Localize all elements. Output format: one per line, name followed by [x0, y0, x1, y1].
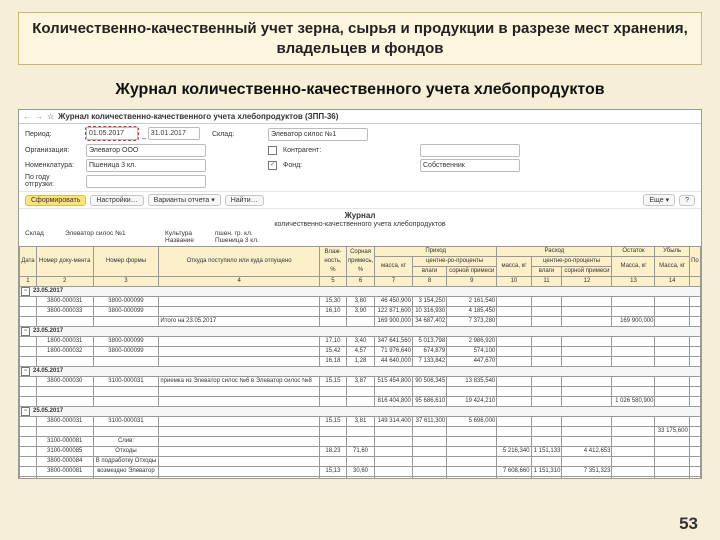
table-row: 3100-000085Отходы18,2371,605 216,3401 15…: [20, 447, 701, 457]
doc-title: Журнал количественно-качественного учета…: [58, 112, 338, 121]
table-row: 3100-000081Слив:: [20, 437, 701, 447]
table-row: 1800-0000323800-00009915,424,5771 976,64…: [20, 347, 701, 357]
table-row: 16,181,2844 640,0007 133,842447,670: [20, 357, 701, 367]
table-row: 816 404,80095 686,61019 424,2101 026 580…: [20, 397, 701, 407]
journal-table: Дата Номер доку-мента Номер формы Откуда…: [19, 246, 701, 479]
slide-title: Количественно-качественный учет зерна, с…: [18, 12, 702, 65]
help-button[interactable]: ?: [679, 195, 695, 206]
more-button[interactable]: Еще ▾: [643, 194, 675, 206]
table-row: −23.05.2017: [20, 287, 701, 297]
table-row: 3800-000081возмездно Элеватор15,1330,607…: [20, 467, 701, 477]
page-number: 53: [679, 514, 698, 534]
fund-field[interactable]: Собственник: [420, 159, 520, 172]
action-bar: Сформировать Настройки… Варианты отчета …: [19, 192, 701, 209]
table-row: −23.05.2017: [20, 327, 701, 337]
org-field[interactable]: Элеватор ООО: [86, 144, 206, 157]
table-row: 3800-0000303100-000031приемка из Элевато…: [20, 377, 701, 387]
table-row: 3800-0000313800-00009915,303,8046 450,90…: [20, 297, 701, 307]
nomen-field[interactable]: Пшеница 3 кл.: [86, 159, 206, 172]
run-button[interactable]: Сформировать: [25, 195, 86, 206]
lbl-nomen: Номенклатура:: [25, 162, 80, 169]
table-header: Дата Номер доку-мента Номер формы Откуда…: [20, 247, 701, 287]
period-from[interactable]: 01.05.2017: [86, 127, 138, 140]
period-to[interactable]: 31.01.2017: [148, 127, 200, 140]
table-row: 3800-0000333800-00009916,103,90122 871,6…: [20, 307, 701, 317]
table-row: 168 600,00013 528,3401 302,3057 854,800: [20, 477, 701, 480]
table-row: −25.05.2017: [20, 407, 701, 417]
table-body: −23.05.20173800-0000313800-00009915,303,…: [20, 287, 701, 480]
toolbar: ← → ☆ Журнал количественно-качественного…: [19, 110, 701, 124]
lbl-period: Период:: [25, 131, 80, 138]
warehouse-field[interactable]: Элеватор силос №1: [268, 128, 368, 141]
table-row: −24.05.2017: [20, 367, 701, 377]
contr-field[interactable]: [420, 144, 520, 157]
nav-back-icon[interactable]: ←: [23, 112, 31, 121]
nav-fwd-icon[interactable]: →: [35, 112, 43, 121]
lbl-warehouse: Склад:: [212, 131, 262, 138]
checkbox-contr[interactable]: [268, 146, 277, 155]
journal-context: СкладЭлеватор силос №1 Культурапшен. гр.…: [19, 230, 701, 244]
settings-button[interactable]: Настройки…: [90, 195, 143, 206]
variants-button[interactable]: Варианты отчета ▾: [148, 194, 221, 206]
filter-panel: Период: 01.05.2017 – 31.01.2017 Склад: Э…: [19, 124, 701, 192]
find-button[interactable]: Найти…: [225, 195, 264, 206]
table-row: Итого на 23.05.2017169 900,00034 687,402…: [20, 317, 701, 327]
checkbox-fund[interactable]: ✓: [268, 161, 277, 170]
journal-subheading: количественно-качественного учета хлебоп…: [19, 221, 701, 228]
slide-subtitle: Журнал количественно-качественного учета…: [18, 81, 702, 99]
table-row: 3800-0000313100-00003115,153,81149 314,4…: [20, 417, 701, 427]
lbl-year: По году отгрузки:: [25, 174, 80, 188]
table-row: 3800-000084В подработку Отходы: [20, 457, 701, 467]
table-row: [20, 387, 701, 397]
year-field[interactable]: [86, 175, 206, 188]
app-screenshot: ← → ☆ Журнал количественно-качественного…: [18, 109, 702, 479]
lbl-org: Организация:: [25, 147, 80, 154]
table-row: 1800-0000313800-00009917,103,40347 641,5…: [20, 337, 701, 347]
table-row: 33 175,600: [20, 427, 701, 437]
star-icon[interactable]: ☆: [47, 112, 54, 121]
